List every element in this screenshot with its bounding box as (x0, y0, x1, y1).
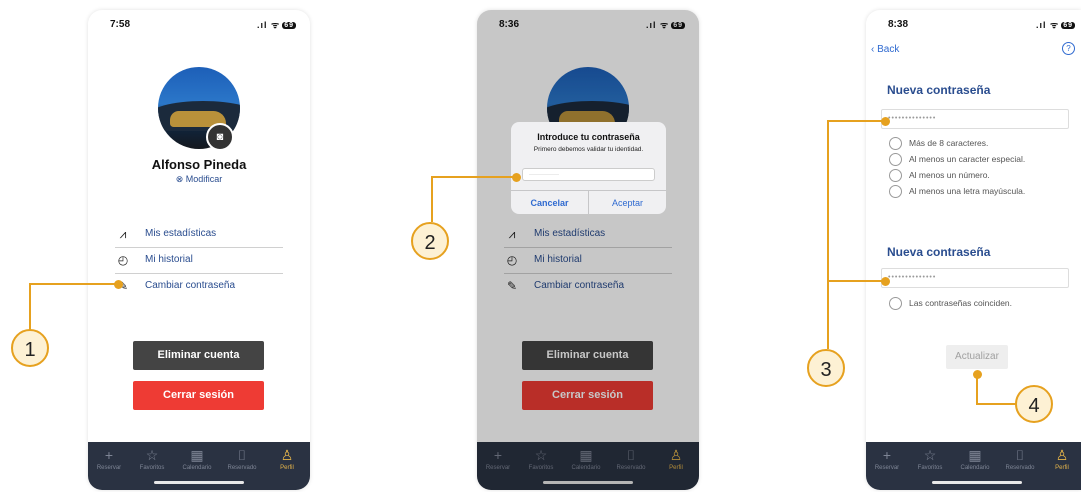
menu-item-history[interactable]: ◴ Mi historial (115, 247, 283, 274)
tab-reservado[interactable]: ⌷ Reservado (1000, 446, 1040, 471)
tab-calendario[interactable]: ▦ Calendario (177, 446, 217, 471)
tab-bar: + Reservar ☆ Favoritos ▦ Calendario ⌷ Reserv… (88, 442, 310, 490)
status-bar: 7:58 .ıl ᯤ 69 (88, 18, 310, 34)
menu-item-change-password[interactable]: ✎ Cambiar contraseña (115, 273, 283, 299)
modify-link[interactable]: ⊗ Modificar (88, 174, 310, 185)
confirm-password-field[interactable]: •••••••••••••• (881, 268, 1069, 288)
tab-label: Calendario (960, 465, 990, 471)
radio-circle-icon (889, 169, 902, 182)
person-icon: ♙ (280, 447, 294, 463)
battery-icon: 69 (1061, 22, 1075, 29)
user-name: Alfonso Pineda (151, 157, 247, 172)
plus-icon: + (882, 447, 892, 463)
bookmark-icon: ⌷ (237, 447, 247, 463)
annotation-badge-1: 1 (11, 329, 49, 367)
camera-icon[interactable]: ◙ (206, 123, 234, 151)
tab-label: Reservado (227, 465, 257, 471)
cancel-button[interactable]: Cancelar (511, 191, 589, 214)
tab-calendario[interactable]: ▦ Calendario (955, 446, 995, 471)
tab-perfil[interactable]: ♙ Perfil (1042, 446, 1081, 471)
tab-label: Perfil (1055, 465, 1069, 471)
clock-icon: ◴ (117, 253, 129, 267)
tab-favoritos[interactable]: ☆ Favoritos (910, 446, 950, 471)
logout-button[interactable]: Cerrar sesión (133, 381, 264, 410)
plus-icon: + (104, 447, 114, 463)
dialog-password-input[interactable]: ··············· (522, 168, 655, 181)
tab-reservado[interactable]: ⌷ Reservado (222, 446, 262, 471)
annotation-dot (881, 117, 890, 126)
star-icon: ☆ (923, 447, 937, 463)
tab-label: Perfil (280, 465, 294, 471)
status-time: 8:38 (888, 19, 909, 30)
tab-favoritos[interactable]: ☆ Favoritos (132, 446, 172, 471)
annotation-dot (114, 280, 123, 289)
status-bar: 8:38 .ıl ᯤ 69 (866, 18, 1081, 34)
tab-perfil[interactable]: ♙ Perfil (267, 446, 307, 471)
password-dialog: Introduce tu contraseña Primero debemos … (511, 122, 666, 214)
chart-icon: ⩘ (119, 227, 127, 241)
tab-reservar[interactable]: + Reservar (867, 446, 907, 471)
accept-button[interactable]: Aceptar (589, 191, 666, 214)
menu-item-label: Cambiar contraseña (145, 280, 236, 291)
bookmark-icon: ⌷ (1015, 447, 1025, 463)
rule-label: Al menos un número. (909, 170, 990, 180)
back-button[interactable]: ‹ Back (871, 44, 899, 55)
calendar-icon: ▦ (968, 447, 982, 463)
annotation-dot (512, 173, 521, 182)
signal-icon: .ıl ᯤ 69 (1035, 20, 1075, 30)
tab-label: Favoritos (139, 465, 165, 471)
home-indicator (932, 481, 1022, 484)
tab-reservar[interactable]: + Reservar (89, 446, 129, 471)
rule-label: Las contraseñas coinciden. (909, 298, 1013, 308)
battery-icon: 69 (282, 22, 296, 29)
annotation-badge-4: 4 (1015, 385, 1053, 423)
delete-account-button[interactable]: Eliminar cuenta (133, 341, 264, 370)
tab-label: Favoritos (917, 465, 943, 471)
profile-screen: 7:58 .ıl ᯤ 69 ◙ Alfonso Pineda ⊗ Modifica… (88, 10, 310, 490)
annotation-badge-2: 2 (411, 222, 449, 260)
menu-item-label: Mis estadísticas (145, 228, 217, 239)
menu-item-statistics[interactable]: ⩘ Mis estadísticas (115, 221, 283, 248)
password-dialog-screen: 8:36 .ıl ᯤ 69 ⩘ Mis estadísticas ◴ Mi his… (477, 10, 699, 490)
new-password-field[interactable]: •••••••••••••• (881, 109, 1069, 129)
tab-bar: + Reservar ☆ Favoritos ▦ Calendario ⌷ Reserv… (866, 442, 1081, 490)
dialog-buttons: Cancelar Aceptar (511, 190, 666, 214)
star-icon: ☆ (145, 447, 159, 463)
tab-label: Reservado (1005, 465, 1035, 471)
section-title-new-password: Nueva contraseña (887, 83, 991, 97)
annotation-badge-3: 3 (807, 349, 845, 387)
dialog-message: Primero debemos validar tu identidad. (533, 146, 644, 153)
radio-circle-icon (889, 153, 902, 166)
annotation-dot (881, 277, 890, 286)
signal-icon: .ıl ᯤ 69 (256, 20, 296, 30)
tab-label: Reservar (96, 465, 122, 471)
home-indicator (154, 481, 244, 484)
new-password-screen: 8:38 .ıl ᯤ 69 ‹ Back ? Nueva contraseña •… (866, 10, 1081, 490)
section-title-confirm-password: Nueva contraseña (887, 245, 991, 259)
rule-label: Al menos una letra mayúscula. (909, 186, 1026, 196)
dim-overlay (477, 10, 699, 490)
status-time: 7:58 (110, 19, 131, 30)
radio-circle-icon (889, 137, 902, 150)
help-icon[interactable]: ? (1062, 42, 1075, 55)
annotation-dot (973, 370, 982, 379)
radio-circle-icon (889, 297, 902, 310)
tab-label: Reservar (874, 465, 900, 471)
rule-label: Más de 8 caracteres. (909, 138, 989, 148)
menu-item-label: Mi historial (145, 254, 193, 265)
tab-label: Calendario (182, 465, 212, 471)
radio-circle-icon (889, 185, 902, 198)
calendar-icon: ▦ (190, 447, 204, 463)
person-icon: ♙ (1055, 447, 1069, 463)
rule-label: Al menos un caracter especial. (909, 154, 1026, 164)
back-label: Back (877, 44, 900, 55)
dialog-title: Introduce tu contraseña (537, 132, 640, 142)
update-button[interactable]: Actualizar (946, 345, 1008, 369)
